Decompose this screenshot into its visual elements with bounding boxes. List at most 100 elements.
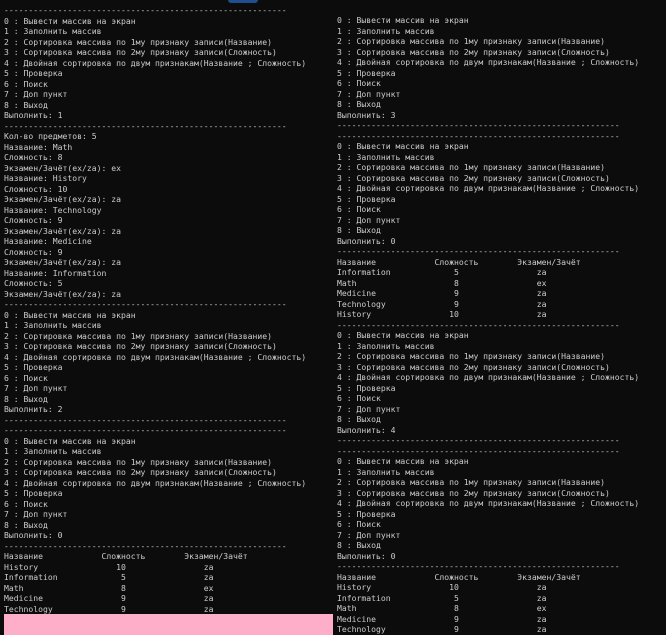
console-line: Выполнить: 3 xyxy=(337,109,396,120)
console-line: Экзамен/Зачёт(ex/za): za xyxy=(4,257,121,267)
console-output-left: ----------------------------------------… xyxy=(4,5,333,614)
console-line: Information 5 za xyxy=(4,572,214,582)
console-line: Экзамен/Зачёт(ex/za): ex xyxy=(4,162,121,173)
console-line: Выполнить: 4 xyxy=(337,424,396,435)
console-line: 3 : Сортировка массива по 2му признаку з… xyxy=(337,361,610,372)
console-line: 8 : Выход xyxy=(337,225,381,235)
console-line: Экзамен/Зачёт(ex/za): za xyxy=(4,288,121,299)
console-line: Выполнить: 0 xyxy=(337,550,396,561)
console-line: 6 : Поиск xyxy=(337,393,381,403)
console-line: 2 : Сортировка массива по 1му признаку з… xyxy=(4,456,273,467)
console-line: 3 : Сортировка массива по 2му признаку з… xyxy=(337,46,610,57)
console-line: ----------------------------------------… xyxy=(337,130,620,141)
console-line: ----------------------------------------… xyxy=(337,319,620,330)
console-line: Название Сложность Экзамен/Зачёт xyxy=(337,256,581,267)
console-line: 3 : Сортировка массива по 2му признаку з… xyxy=(4,467,277,477)
console-line: 6 : Поиск xyxy=(337,78,381,88)
console-line: Math 8 ex xyxy=(337,603,547,613)
console-line: Math 8 ex xyxy=(4,582,214,593)
console-line: ----------------------------------------… xyxy=(4,5,287,15)
console-line: Medicine 9 za xyxy=(337,613,547,624)
console-line: 8 : Выход xyxy=(337,540,381,550)
console-line: 5 : Проверка xyxy=(4,68,63,78)
console-line: Экзамен/Зачёт(ex/za): za xyxy=(4,225,121,236)
console-line: Название: Technology xyxy=(4,204,102,215)
console-line: 0 : Вывести массив на экран xyxy=(337,456,469,466)
console-line: Сложность: 9 xyxy=(4,215,63,225)
console-line: Кол-во предметов: 5 xyxy=(4,131,97,141)
console-line: ----------------------------------------… xyxy=(4,425,287,435)
console-line: ----------------------------------------… xyxy=(4,540,287,551)
console-line: Название: Math xyxy=(4,141,73,152)
console-line: 6 : Поиск xyxy=(4,372,48,383)
console-line: 7 : Доп пункт xyxy=(4,89,68,99)
console-line: 7 : Доп пункт xyxy=(337,529,401,540)
console-line: Information 5 za xyxy=(337,267,547,277)
console-line: Название Сложность Экзамен/Зачёт xyxy=(4,551,248,561)
console-line: 2 : Сортировка массива по 1му признаку з… xyxy=(337,477,606,487)
console-line: Выполнить: 0 xyxy=(337,235,396,246)
console-line: 4 : Двойная сортировка по двум признакам… xyxy=(337,498,640,508)
console-line: 0 : Вывести массив на экран xyxy=(337,15,469,25)
console-line: 0 : Вывести массив на экран xyxy=(4,435,136,446)
console-line: 1 : Заполнить массив xyxy=(337,466,435,477)
console-line: 4 : Двойная сортировка по двум признакам… xyxy=(337,57,640,67)
console-line: 2 : Сортировка массива по 1му признаку з… xyxy=(337,36,606,46)
console-line: 4 : Двойная сортировка по двум признакам… xyxy=(4,477,307,488)
console-line: History 10 za xyxy=(4,561,214,572)
console-line: 8 : Выход xyxy=(4,393,48,404)
console-line: 6 : Поиск xyxy=(337,519,381,529)
console-line: 8 : Выход xyxy=(337,99,381,109)
console-line: Выполнить: 2 xyxy=(4,404,63,414)
console-line: 3 : Сортировка массива по 2му признаку з… xyxy=(337,487,610,498)
console-line: 7 : Доп пункт xyxy=(4,383,68,393)
console-line: ----------------------------------------… xyxy=(337,445,620,456)
console-line: 0 : Вывести массив на экран xyxy=(4,309,136,320)
console-line: 4 : Двойная сортировка по двум признакам… xyxy=(4,57,307,68)
console-line: 1 : Заполнить массив xyxy=(337,340,435,351)
console-line: 2 : Сортировка массива по 1му признаку з… xyxy=(337,162,606,172)
console-line: 7 : Доп пункт xyxy=(337,214,401,225)
console-line: 8 : Выход xyxy=(4,99,48,110)
console-line: 8 : Выход xyxy=(337,414,381,424)
console-line: ----------------------------------------… xyxy=(337,561,620,571)
window-indicator xyxy=(228,0,258,3)
console-line: 1 : Заполнить массив xyxy=(337,25,435,36)
console-line: 7 : Доп пункт xyxy=(337,403,401,414)
console-line: 1 : Заполнить массив xyxy=(4,446,102,456)
console-line: 4 : Двойная сортировка по двум признакам… xyxy=(337,183,640,193)
console-line: 7 : Доп пункт xyxy=(337,88,401,99)
console-line: Сложность: 10 xyxy=(4,183,68,194)
console-line: 5 : Проверка xyxy=(4,488,63,498)
console-line: Technology 9 za xyxy=(337,298,547,309)
console-output-right: 0 : Вывести массив на экран 1 : Заполнить… xyxy=(337,15,666,635)
console-line: Math 8 ex xyxy=(337,277,547,288)
console-line: 4 : Двойная сортировка по двум признакам… xyxy=(337,372,640,382)
console-line: Название: Medicine xyxy=(4,236,92,246)
console-line: ----------------------------------------… xyxy=(337,120,620,130)
console-line: Название Сложность Экзамен/Зачёт xyxy=(337,571,581,582)
console-line: History 10 za xyxy=(337,582,547,592)
console-line: 5 : Проверка xyxy=(337,508,396,519)
console-line: 8 : Выход xyxy=(4,519,48,530)
console-line: 1 : Заполнить массив xyxy=(4,26,102,36)
console-line: 0 : Вывести массив на экран xyxy=(337,330,469,340)
console-line: 5 : Проверка xyxy=(337,67,396,78)
console-line: 2 : Сортировка массива по 1му признаку з… xyxy=(337,351,606,361)
console-line: Экзамен/Зачёт(ex/za): za xyxy=(4,194,121,204)
console-line: 5 : Проверка xyxy=(337,193,396,204)
console-line: 7 : Доп пункт xyxy=(4,509,68,519)
console-line: 3 : Сортировка массива по 2му признаку з… xyxy=(4,341,277,351)
highlight-overlay xyxy=(4,614,333,635)
console-line: ----------------------------------------… xyxy=(4,299,287,309)
console-line: 3 : Сортировка массива по 2му признаку з… xyxy=(337,172,610,183)
console-line: Сложность: 8 xyxy=(4,152,63,162)
console-line: 5 : Проверка xyxy=(4,362,63,372)
console-line: 4 : Двойная сортировка по двум признакам… xyxy=(4,351,307,362)
console-line: Technology 9 za xyxy=(337,624,547,634)
console-line: Information 5 za xyxy=(337,592,547,603)
console-line: ----------------------------------------… xyxy=(337,435,620,445)
console-line: ----------------------------------------… xyxy=(4,414,287,425)
console-line: 2 : Сортировка массива по 1му признаку з… xyxy=(4,36,273,47)
console-line: 0 : Вывести массив на экран xyxy=(337,141,469,151)
